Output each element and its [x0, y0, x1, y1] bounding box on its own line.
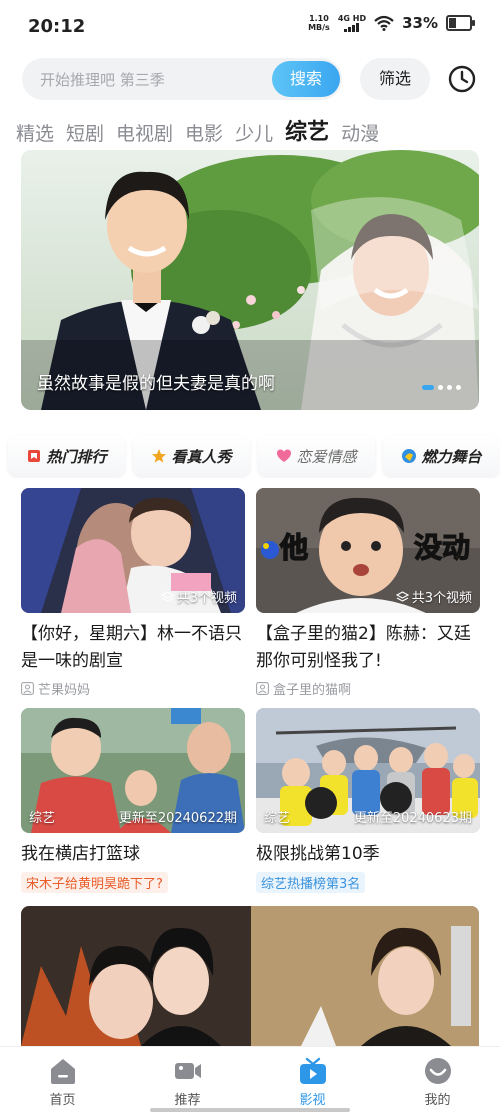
category-tabs: 精选 短剧 电视剧 电影 少儿 综艺 动漫: [16, 114, 379, 146]
network-type: 4G HD: [337, 13, 367, 23]
chip-romance[interactable]: 恋爱情感: [258, 436, 375, 476]
status-time: 20:12: [28, 16, 86, 37]
search-button[interactable]: 搜索: [272, 61, 340, 97]
show-thumbnail[interactable]: 综艺 更新至20240622期: [21, 708, 245, 833]
update-status: 更新至20240623期: [353, 811, 472, 826]
nav-profile[interactable]: 我的: [375, 1047, 500, 1116]
show-title[interactable]: 极限挑战第10季: [256, 841, 480, 868]
heart-icon: [277, 449, 292, 462]
chip-stage[interactable]: 燃力舞台: [383, 436, 500, 476]
status-icons: 1.10 MB/s 4G HD 33%: [308, 13, 475, 32]
tab-kids[interactable]: 少儿: [235, 119, 273, 146]
show-title[interactable]: 我在横店打篮球: [21, 841, 245, 868]
history-clock-icon[interactable]: [447, 64, 477, 94]
nav-label: 我的: [424, 1093, 451, 1108]
chip-label: 看真人秀: [171, 447, 232, 466]
speed-value: 1.10: [309, 14, 329, 23]
chip-label: 恋爱情感: [296, 447, 357, 466]
home-icon: [50, 1059, 75, 1084]
show-highlight-badge: 综艺热播榜第3名: [256, 872, 366, 893]
battery-icon: [446, 15, 475, 31]
chip-label: 燃力舞台: [421, 447, 482, 466]
layers-icon: [395, 590, 409, 602]
tab-movie[interactable]: 电影: [185, 119, 223, 146]
home-indicator[interactable]: [150, 1108, 350, 1112]
nav-home[interactable]: 首页: [0, 1047, 125, 1116]
chip-label: 热门排行: [46, 447, 107, 466]
star-icon: [152, 449, 167, 463]
chip-hot-rank[interactable]: 热门排行: [8, 436, 125, 476]
genre-tag: 综艺: [264, 811, 291, 826]
tab-variety[interactable]: 综艺: [285, 114, 329, 146]
genre-tag: 综艺: [29, 811, 56, 826]
hero-banner[interactable]: 虽然故事是假的但夫妻是真的啊: [21, 150, 479, 410]
network-speed: 1.10 MB/s: [308, 14, 330, 32]
nav-label: 推荐: [174, 1093, 201, 1108]
wifi-icon: [374, 15, 394, 31]
bottom-nav: 首页 推荐 影视 我的: [0, 1046, 500, 1116]
show-card[interactable]: 综艺 更新至20240622期 我在横店打篮球 宋木子给黄明昊跪下了?: [21, 708, 245, 893]
carousel-indicator: [422, 385, 461, 390]
chip-reality-show[interactable]: 看真人秀: [133, 436, 250, 476]
video-count: 共3个视频: [160, 587, 237, 606]
search-bar[interactable]: 开始推理吧 第三季 搜索: [22, 58, 342, 100]
featured-poster[interactable]: [21, 906, 479, 1046]
tab-tv-series[interactable]: 电视剧: [116, 119, 173, 146]
thumb-overlay-right: 没动: [413, 530, 470, 564]
show-highlight-badge: 宋木子给黄明昊跪下了?: [21, 872, 168, 893]
user-icon: [21, 682, 34, 695]
battery-percent: 33%: [402, 14, 438, 32]
video-count-label: 共3个视频: [411, 591, 472, 606]
hero-caption: 虽然故事是假的但夫妻是真的啊: [37, 374, 275, 394]
poster-image: [21, 906, 479, 1046]
speed-unit: MB/s: [308, 23, 330, 32]
stage-icon: [402, 449, 417, 463]
tv-icon: [299, 1057, 326, 1084]
show-thumbnail[interactable]: 综艺 更新至20240623期: [256, 708, 480, 833]
author-name: 芒果妈妈: [38, 683, 91, 698]
video-author[interactable]: 盒子里的猫啊: [256, 679, 480, 698]
video-count: 共3个视频: [395, 587, 472, 606]
search-input[interactable]: 开始推理吧 第三季: [40, 69, 165, 90]
category-chips: 热门排行 看真人秀 恋爱情感 燃力舞台: [8, 436, 500, 476]
tab-short-drama[interactable]: 短剧: [66, 119, 104, 146]
author-name: 盒子里的猫啊: [273, 683, 352, 698]
nav-label: 影视: [299, 1093, 326, 1108]
tab-anime[interactable]: 动漫: [341, 119, 379, 146]
video-count-label: 共3个视频: [176, 591, 237, 606]
video-card[interactable]: 共3个视频 【你好，星期六】林一不语只是一味的剧宣 芒果妈妈: [21, 488, 245, 698]
video-title[interactable]: 【盒子里的猫2】陈赫：又廷那你可别怪我了!: [256, 621, 480, 675]
carousel-dot: [456, 385, 461, 390]
layers-icon: [160, 590, 174, 602]
tab-featured[interactable]: 精选: [16, 119, 54, 146]
nav-label: 首页: [49, 1093, 76, 1108]
video-card[interactable]: 他 没动 共3个视频 【盒子里的猫2】陈赫：又廷那你可别怪我了! 盒子里的猫啊: [256, 488, 480, 698]
show-card[interactable]: 综艺 更新至20240623期 极限挑战第10季 综艺热播榜第3名: [256, 708, 480, 893]
carousel-dot: [447, 385, 452, 390]
video-title[interactable]: 【你好，星期六】林一不语只是一味的剧宣: [21, 621, 245, 675]
signal-icon: 4G HD: [337, 13, 367, 32]
profile-icon: [424, 1058, 451, 1084]
nav-recommend[interactable]: 推荐: [125, 1047, 250, 1116]
thumb-overlay-left: 他: [279, 530, 309, 565]
carousel-dot: [438, 385, 443, 390]
video-thumbnail[interactable]: 共3个视频: [21, 488, 245, 613]
hot-rank-icon: [28, 450, 41, 462]
update-status: 更新至20240622期: [118, 811, 237, 826]
user-icon: [256, 682, 269, 695]
video-author[interactable]: 芒果妈妈: [21, 679, 245, 698]
video-camera-icon: [174, 1063, 201, 1079]
video-thumbnail[interactable]: 他 没动 共3个视频: [256, 488, 480, 613]
carousel-dot-active: [422, 385, 434, 390]
nav-film-tv[interactable]: 影视: [250, 1047, 375, 1116]
status-bar: 20:12 1.10 MB/s 4G HD 33%: [0, 0, 500, 56]
filter-button[interactable]: 筛选: [360, 58, 430, 100]
